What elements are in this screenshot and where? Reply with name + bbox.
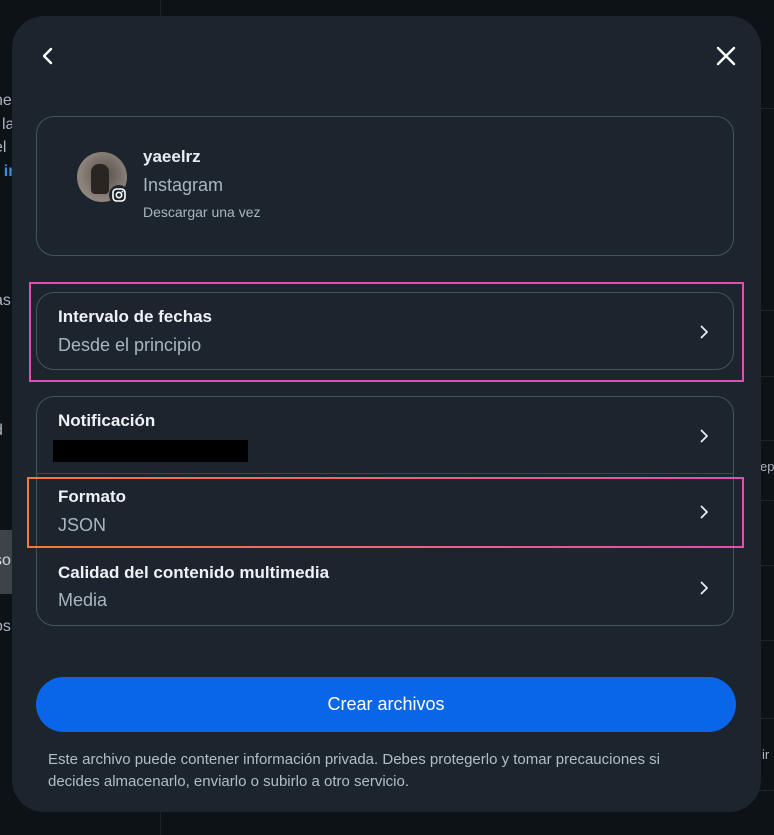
- chevron-right-icon: [700, 325, 708, 339]
- background-text: os: [0, 618, 11, 635]
- redacted-value: [53, 440, 248, 462]
- create-files-button[interactable]: Crear archivos: [36, 677, 736, 732]
- chevron-right-icon: [700, 505, 708, 519]
- background-text: so: [0, 552, 11, 569]
- format-option[interactable]: Formato JSON: [37, 474, 733, 550]
- option-title: Intervalo de fechas: [58, 307, 213, 326]
- options-group: Notificación Formato JSON Calidad del co…: [36, 396, 734, 626]
- avatar-photo: [91, 164, 109, 194]
- chevron-left-icon: [42, 47, 53, 65]
- chevron-right-icon: [700, 429, 708, 443]
- download-dialog: yaeelrz Instagram Descargar una vez Inte…: [12, 16, 761, 812]
- option-value: Desde el principio: [58, 335, 202, 355]
- close-icon: [716, 46, 736, 66]
- option-value: JSON: [58, 515, 107, 535]
- date-range-option[interactable]: Intervalo de fechas Desde el principio: [37, 293, 733, 369]
- notification-option[interactable]: Notificación: [37, 397, 733, 473]
- option-value: Media: [58, 590, 108, 610]
- option-title: Notificación: [58, 411, 156, 430]
- background-text: d: [0, 420, 3, 442]
- option-title: Formato: [58, 487, 126, 506]
- background-text: ne: [0, 92, 12, 109]
- option-title: Calidad del contenido multimedia: [58, 563, 330, 582]
- back-button[interactable]: [30, 38, 66, 74]
- account-username: yaeelrz: [143, 147, 201, 166]
- date-range-group: Intervalo de fechas Desde el principio: [36, 292, 734, 370]
- account-platform: Instagram: [143, 175, 224, 195]
- background-text: ir: [762, 747, 770, 762]
- media-quality-option[interactable]: Calidad del contenido multimedia Media: [37, 550, 733, 625]
- chevron-right-icon: [700, 581, 708, 595]
- download-mode: Descargar una vez: [143, 204, 261, 220]
- privacy-disclaimer: Este archivo puede contener información …: [48, 751, 660, 790]
- instagram-icon: [109, 185, 129, 205]
- background-text: ep: [760, 459, 774, 474]
- background-text: as: [0, 292, 11, 309]
- account-card: yaeelrz Instagram Descargar una vez: [36, 116, 734, 256]
- background-text: el: [0, 139, 7, 156]
- close-button[interactable]: [708, 38, 744, 74]
